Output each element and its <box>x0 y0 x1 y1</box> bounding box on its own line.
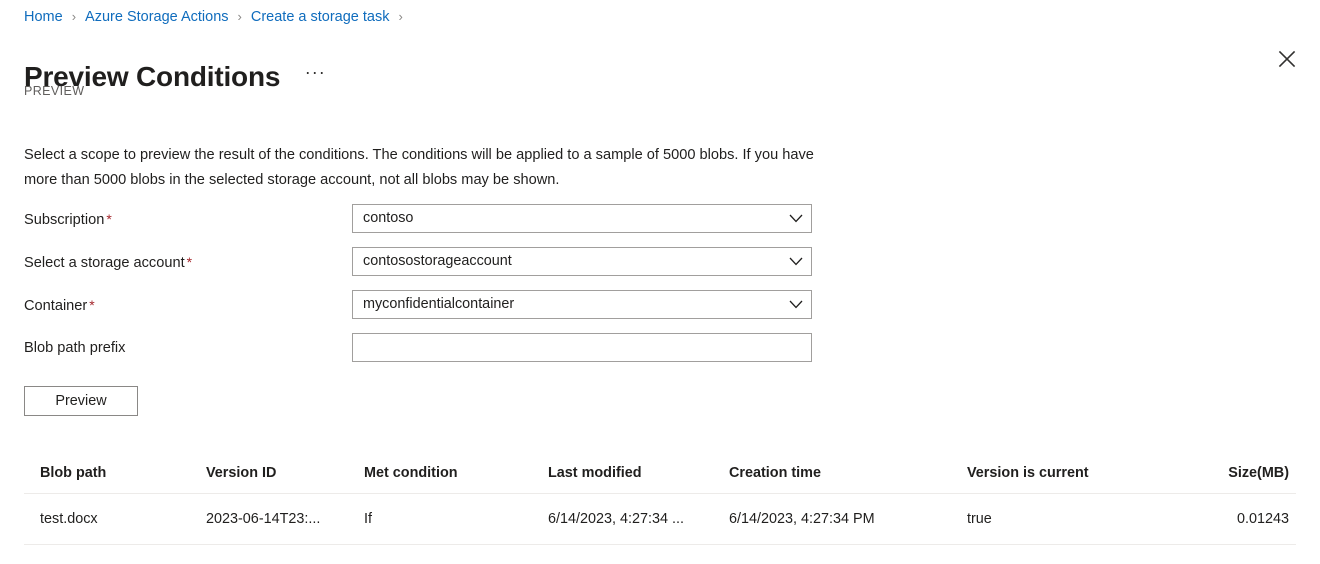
cell-size-mb: 0.01243 <box>1236 511 1289 527</box>
column-header-size-mb: Size(MB) <box>1228 464 1289 481</box>
form-row-subscription: Subscription * contoso <box>24 204 814 247</box>
label-container: Container * <box>24 290 352 320</box>
more-options-icon[interactable]: ··· <box>302 63 328 90</box>
column-header-version-id: Version ID <box>206 464 277 481</box>
container-dropdown[interactable]: myconfidentialcontainer <box>352 290 812 319</box>
container-value: myconfidentialcontainer <box>363 296 515 312</box>
description-text: Select a scope to preview the result of … <box>24 146 814 188</box>
label-container-text: Container <box>24 298 88 314</box>
cell-version-is-current: true <box>967 511 992 527</box>
scope-form: Subscription * contoso Select a storage a… <box>24 204 814 376</box>
breadcrumb-item-azure-storage-actions[interactable]: Azure Storage Actions <box>85 6 228 28</box>
storage-account-dropdown[interactable]: contosostorageaccount <box>352 247 812 276</box>
required-asterisk: * <box>186 254 193 270</box>
blob-path-prefix-field[interactable] <box>352 333 812 362</box>
subscription-value: contoso <box>363 210 414 226</box>
preview-button[interactable]: Preview <box>24 386 138 416</box>
chevron-down-icon <box>781 300 811 309</box>
breadcrumb: Home › Azure Storage Actions › Create a … <box>24 6 412 28</box>
subscription-dropdown[interactable]: contoso <box>352 204 812 233</box>
label-storage-account-text: Select a storage account <box>24 255 185 271</box>
table-row[interactable]: test.docx 2023-06-14T23:... If 6/14/2023… <box>24 494 1296 545</box>
form-row-container: Container * myconfidentialcontainer <box>24 290 814 333</box>
title-row: Preview Conditions ··· <box>24 40 328 114</box>
breadcrumb-item-create-a-storage-task[interactable]: Create a storage task <box>251 6 390 28</box>
cell-blob-path: test.docx <box>40 511 98 527</box>
breadcrumb-chevron-icon: › <box>398 9 403 24</box>
label-subscription-text: Subscription <box>24 212 105 228</box>
storage-account-value: contosostorageaccount <box>363 253 512 269</box>
column-header-creation-time: Creation time <box>729 464 821 481</box>
label-blob-path-prefix: Blob path prefix <box>24 333 352 362</box>
cell-met-condition: If <box>364 511 372 527</box>
results-table: Blob path Version ID Met condition Last … <box>24 452 1296 545</box>
column-header-last-modified: Last modified <box>548 464 642 481</box>
cell-last-modified: 6/14/2023, 4:27:34 ... <box>548 511 685 527</box>
chevron-down-icon <box>781 257 811 266</box>
required-asterisk: * <box>106 211 112 227</box>
chevron-down-icon <box>781 214 811 223</box>
breadcrumb-item-home[interactable]: Home <box>24 6 63 28</box>
required-asterisk: * <box>89 297 95 313</box>
column-header-version-is-current: Version is current <box>967 464 1089 481</box>
preview-badge: PREVIEW <box>24 84 85 98</box>
table-header-row: Blob path Version ID Met condition Last … <box>24 452 1296 494</box>
cell-creation-time: 6/14/2023, 4:27:34 PM <box>729 511 875 527</box>
label-subscription: Subscription * <box>24 204 352 234</box>
close-icon <box>1278 50 1296 68</box>
breadcrumb-chevron-icon: › <box>71 9 77 24</box>
label-storage-account: Select a storage account * <box>24 247 352 277</box>
breadcrumb-chevron-icon: › <box>237 9 242 24</box>
form-row-storage-account: Select a storage account * contosostorage… <box>24 247 814 290</box>
column-header-met-condition: Met condition <box>364 464 458 481</box>
close-button[interactable] <box>1270 42 1304 76</box>
column-header-blob-path: Blob path <box>40 464 107 481</box>
cell-version-id: 2023-06-14T23:... <box>206 511 321 527</box>
form-row-blob-path-prefix: Blob path prefix <box>24 333 814 376</box>
label-blob-path-prefix-text: Blob path prefix <box>24 340 126 356</box>
